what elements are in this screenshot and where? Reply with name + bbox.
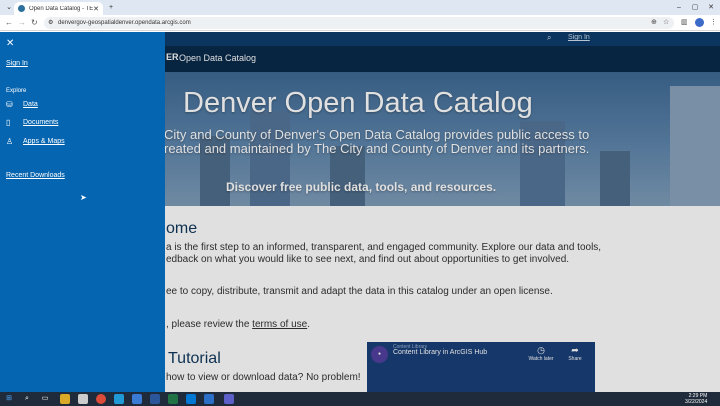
outlook-icon[interactable] <box>186 394 196 404</box>
new-tab-button[interactable]: + <box>104 2 118 13</box>
side-panel-icon[interactable]: ▥ <box>681 17 688 29</box>
bookmark-star-icon[interactable]: ☆ <box>663 17 669 29</box>
tab-strip: ⌄ Open Data Catalog - TEST ✕ + – ▢ ✕ <box>0 0 720 15</box>
database-icon: ⛁ <box>6 100 13 109</box>
browser-tab[interactable]: Open Data Catalog - TEST ✕ <box>14 2 103 15</box>
minimize-button[interactable]: – <box>672 2 686 13</box>
zoom-icon[interactable]: ⊕ <box>651 17 657 29</box>
url-text: denvergov-geospatialdenver.opendata.arcg… <box>58 20 191 26</box>
app-icon[interactable] <box>132 394 142 404</box>
chrome-icon[interactable] <box>96 394 106 404</box>
profile-avatar[interactable] <box>695 18 704 27</box>
site-info-icon[interactable]: ⚙ <box>48 17 53 29</box>
back-icon[interactable]: ← <box>5 17 13 29</box>
drawer-item-data[interactable]: ⛁ Data <box>6 100 38 109</box>
explore-heading: Explore <box>6 88 27 94</box>
word-icon[interactable] <box>150 394 160 404</box>
excel-icon[interactable] <box>168 394 178 404</box>
clock-date: 3/22/2024 <box>685 399 708 405</box>
recent-downloads-link[interactable]: Recent Downloads <box>6 172 65 179</box>
task-view-icon[interactable]: ▭ <box>40 394 50 404</box>
mouse-cursor-icon: ➤ <box>80 193 87 202</box>
os-taskbar: ⊞ ⌕ ▭ 2:29 PM 3/22/2024 <box>0 392 720 406</box>
system-clock[interactable]: 2:29 PM 3/22/2024 <box>685 393 707 405</box>
drawer-sign-in-link[interactable]: Sign In <box>6 60 28 67</box>
url-field[interactable]: ⚙ denvergov-geospatialdenver.opendata.ar… <box>44 17 674 29</box>
tab-title: Open Data Catalog - TEST <box>29 5 94 12</box>
app-icon[interactable] <box>204 394 214 404</box>
drawer-item-label: Apps & Maps <box>23 138 65 145</box>
browser-window: ⌄ Open Data Catalog - TEST ✕ + – ▢ ✕ ← →… <box>0 0 720 406</box>
forward-icon[interactable]: → <box>18 17 26 29</box>
close-window-button[interactable]: ✕ <box>704 2 718 13</box>
reload-icon[interactable]: ↻ <box>31 17 38 29</box>
site-favicon-icon <box>18 5 25 12</box>
maximize-button[interactable]: ▢ <box>688 2 702 13</box>
search-taskbar-icon[interactable]: ⌕ <box>22 394 32 404</box>
drawer-item-apps-maps[interactable]: ♙ Apps & Maps <box>6 137 65 146</box>
drawer-item-label: Data <box>23 101 38 108</box>
user-icon: ♙ <box>6 137 14 146</box>
side-drawer: ✕ Sign In Explore ⛁ Data ▯ Documents ♙ A… <box>0 32 165 392</box>
drawer-item-documents[interactable]: ▯ Documents <box>6 118 58 127</box>
document-icon: ▯ <box>6 118 11 127</box>
close-icon[interactable]: ✕ <box>6 38 14 49</box>
web-page: ⌕ Sign In ER Open Data Catalog Denver Op… <box>0 32 720 392</box>
tab-close-icon[interactable]: ✕ <box>93 5 99 13</box>
edge-icon[interactable] <box>114 394 124 404</box>
menu-icon[interactable]: ⋮ <box>710 17 717 29</box>
address-bar-row: ← → ↻ ⚙ denvergov-geospatialdenver.opend… <box>0 15 720 31</box>
teams-icon[interactable] <box>224 394 234 404</box>
windows-start-icon[interactable]: ⊞ <box>4 394 14 404</box>
drawer-item-label: Documents <box>23 119 59 126</box>
file-explorer-icon[interactable] <box>60 394 70 404</box>
app-icon[interactable] <box>78 394 88 404</box>
